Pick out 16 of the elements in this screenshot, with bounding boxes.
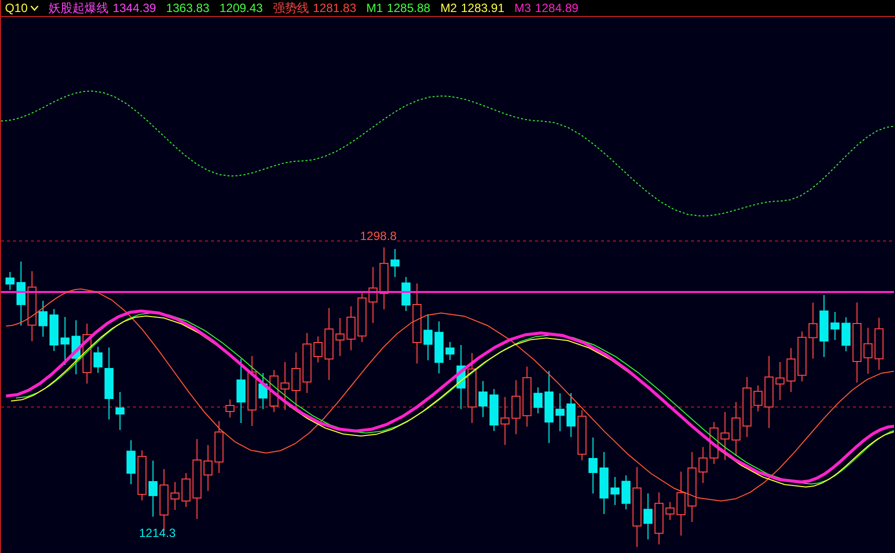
series-value: 1281.83	[312, 2, 356, 14]
low-price-label: 1214.3	[139, 527, 176, 539]
symbol-selector[interactable]: Q10	[5, 2, 39, 14]
series-label: M3	[514, 2, 532, 14]
series-value: 1285.88	[386, 2, 430, 14]
series-label: 强势线	[272, 2, 309, 14]
series-value: 1209.43	[219, 2, 263, 14]
series-value: 1344.39	[112, 2, 156, 14]
series-value: 1283.91	[460, 2, 504, 14]
series-label: 妖股起爆线	[48, 2, 109, 14]
high-price-label: 1298.8	[360, 230, 397, 242]
chevron-down-icon	[30, 5, 39, 11]
series-value: 1284.89	[535, 2, 578, 14]
series-label: M2	[440, 2, 457, 14]
series-label: M1	[366, 2, 383, 14]
series-value: 1363.83	[166, 2, 210, 14]
